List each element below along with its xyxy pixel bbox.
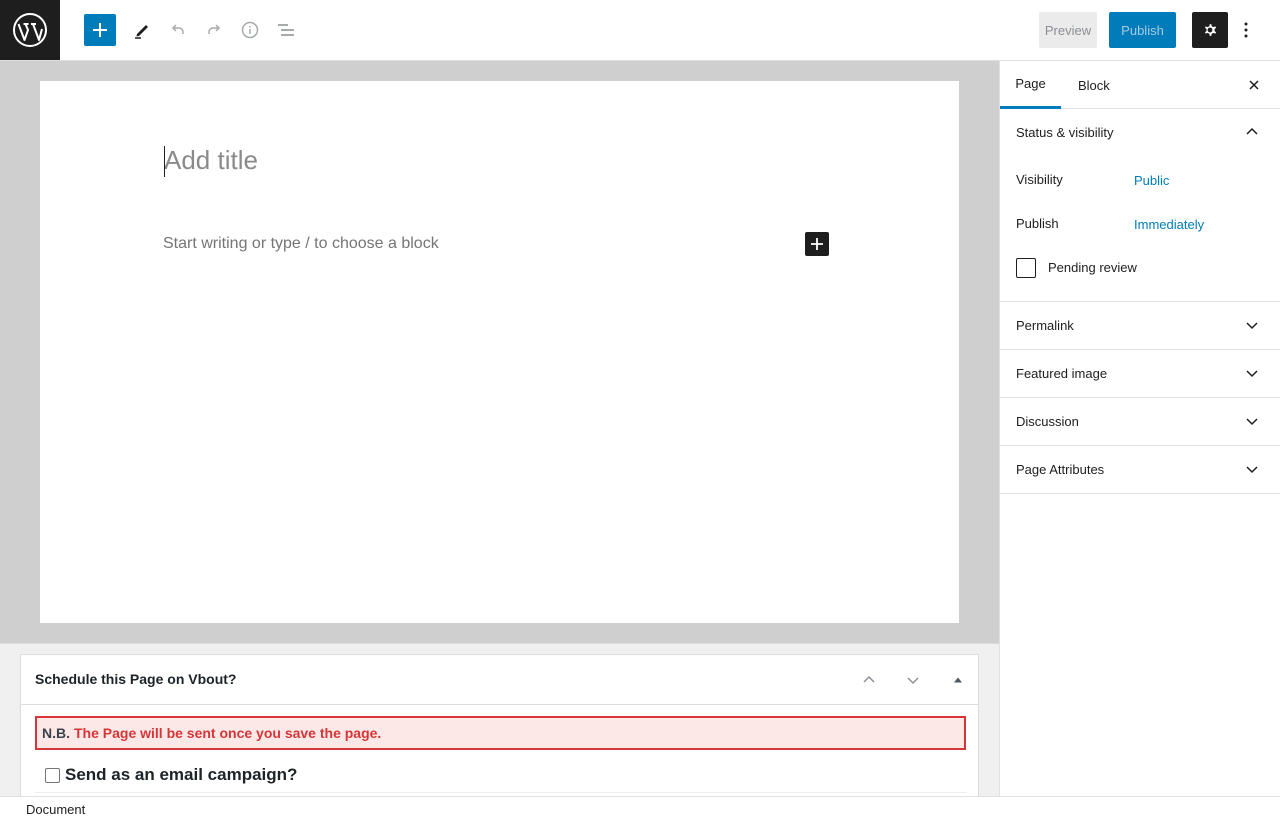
status-visibility-panel: Status & visibility Visibility Public Pu… (1000, 109, 1280, 302)
breadcrumb-document[interactable]: Document (26, 802, 85, 817)
page-attributes-toggle[interactable]: Page Attributes (1000, 446, 1280, 493)
vertical-ellipsis-icon (1244, 22, 1248, 38)
chevron-up-icon (1246, 127, 1258, 135)
discussion-toggle[interactable]: Discussion (1000, 398, 1280, 445)
visibility-value-button[interactable]: Public (1134, 173, 1169, 188)
settings-button[interactable] (1192, 12, 1228, 48)
sidebar-tabs: Page Block (1000, 61, 1280, 109)
email-campaign-checkbox[interactable] (45, 767, 60, 783)
publish-button[interactable]: Publish (1109, 12, 1176, 48)
inline-add-block-button[interactable] (805, 232, 829, 256)
editor-canvas-area: Add title Start writing or type / to cho… (0, 61, 999, 643)
wordpress-logo-icon[interactable] (0, 0, 60, 60)
pending-review-label[interactable]: Pending review (1048, 260, 1137, 275)
move-down-button[interactable] (901, 668, 925, 692)
edit-tool-button[interactable] (126, 14, 158, 46)
save-notice: N.B. The Page will be sent once you save… (35, 716, 966, 750)
text-caret (164, 146, 165, 177)
close-sidebar-button[interactable] (1244, 75, 1264, 95)
close-icon (1249, 80, 1259, 90)
block-placeholder[interactable]: Start writing or type / to choose a bloc… (163, 235, 439, 253)
permalink-panel: Permalink (1000, 302, 1280, 350)
add-block-button[interactable] (84, 14, 116, 46)
metabox-header: Schedule this Page on Vbout? (21, 655, 978, 705)
block-breadcrumb-footer: Document (0, 796, 1280, 821)
pencil-icon (135, 25, 148, 39)
visibility-label: Visibility (1016, 172, 1063, 187)
pending-review-checkbox[interactable] (1016, 258, 1036, 278)
featured-image-toggle[interactable]: Featured image (1000, 350, 1280, 397)
info-icon (241, 21, 259, 39)
editor-toolbar: Preview Publish (0, 0, 1280, 61)
title-input[interactable]: Add title (164, 145, 258, 176)
metabox-title: Schedule this Page on Vbout? (35, 671, 237, 687)
tab-page[interactable]: Page (1000, 61, 1061, 109)
chevron-down-icon (1246, 418, 1258, 426)
gear-icon (1204, 24, 1217, 36)
notice-prefix: N.B. (42, 725, 70, 741)
more-options-button[interactable] (1236, 14, 1256, 46)
meta-boxes-area: Schedule this Page on Vbout? N.B. The Pa… (0, 643, 999, 799)
caret-up-icon (954, 677, 962, 683)
publish-date-button[interactable]: Immediately (1134, 217, 1204, 232)
panel-title: Featured image (1016, 366, 1108, 381)
plus-icon (93, 23, 107, 37)
list-view-icon (278, 24, 294, 36)
email-campaign-option[interactable]: Send as an email campaign? (45, 765, 297, 785)
chevron-down-icon (907, 677, 919, 685)
discussion-panel: Discussion (1000, 398, 1280, 446)
panel-title: Page Attributes (1016, 462, 1105, 477)
chevron-down-icon (1246, 466, 1258, 474)
undo-icon (171, 24, 184, 34)
page-attributes-panel: Page Attributes (1000, 446, 1280, 494)
redo-icon (208, 24, 221, 34)
list-view-button[interactable] (270, 14, 302, 46)
chevron-down-icon (1246, 322, 1258, 330)
vbout-metabox: Schedule this Page on Vbout? N.B. The Pa… (20, 654, 979, 799)
editor-canvas[interactable]: Add title Start writing or type / to cho… (40, 81, 959, 623)
publish-label: Publish (1016, 216, 1059, 231)
featured-image-panel: Featured image (1000, 350, 1280, 398)
permalink-toggle[interactable]: Permalink (1000, 302, 1280, 349)
move-up-button[interactable] (857, 668, 881, 692)
undo-button[interactable] (162, 14, 194, 46)
email-campaign-label[interactable]: Send as an email campaign? (65, 765, 297, 785)
status-visibility-toggle[interactable]: Status & visibility (1000, 109, 1280, 156)
panel-title: Status & visibility (1016, 125, 1114, 140)
settings-sidebar: Page Block Status & visibility Visibilit… (999, 61, 1280, 796)
preview-button[interactable]: Preview (1039, 12, 1097, 48)
tab-block[interactable]: Block (1078, 61, 1110, 109)
plus-icon (811, 238, 823, 250)
notice-message: The Page will be sent once you save the … (74, 725, 382, 741)
divider (35, 792, 966, 793)
redo-button[interactable] (198, 14, 230, 46)
panel-title: Discussion (1016, 414, 1079, 429)
chevron-down-icon (1246, 370, 1258, 378)
panel-title: Permalink (1016, 318, 1074, 333)
toggle-panel-button[interactable] (946, 668, 970, 692)
chevron-up-icon (863, 675, 875, 683)
details-button[interactable] (234, 14, 266, 46)
